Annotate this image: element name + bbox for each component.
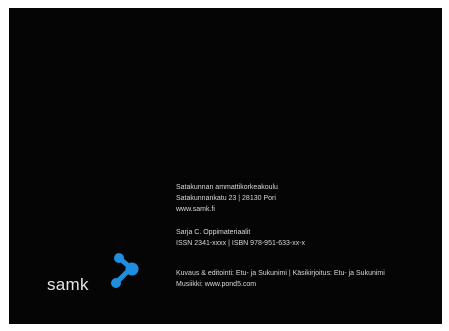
institution-info: Satakunnan ammattikorkeakoulu Satakunnan… <box>176 182 278 215</box>
series-identifiers: ISSN 2341-xxxx | ISBN 978-951-633-xx-x <box>176 240 306 247</box>
series-info: Sarja C. Oppimateriaalit ISSN 2341-xxxx … <box>176 227 305 249</box>
institution-address: Satakunnankatu 23 | 28130 Pori <box>176 195 276 202</box>
institution-name: Satakunnan ammattikorkeakoulu <box>176 184 278 191</box>
series-name: Sarja C. Oppimateriaalit <box>176 229 251 236</box>
credits-info: Kuvaus & editointi: Etu- ja Sukunimi | K… <box>176 268 385 290</box>
video-end-slate: Satakunnan ammattikorkeakoulu Satakunnan… <box>9 8 442 324</box>
samk-wordmark: samk <box>47 275 89 294</box>
institution-website: www.samk.fi <box>176 206 215 213</box>
credits-editing: Kuvaus & editointi: Etu- ja Sukunimi | K… <box>176 270 385 277</box>
credits-music: Musiikki: www.pond5.com <box>176 281 257 288</box>
samk-logo-icon <box>111 253 139 288</box>
